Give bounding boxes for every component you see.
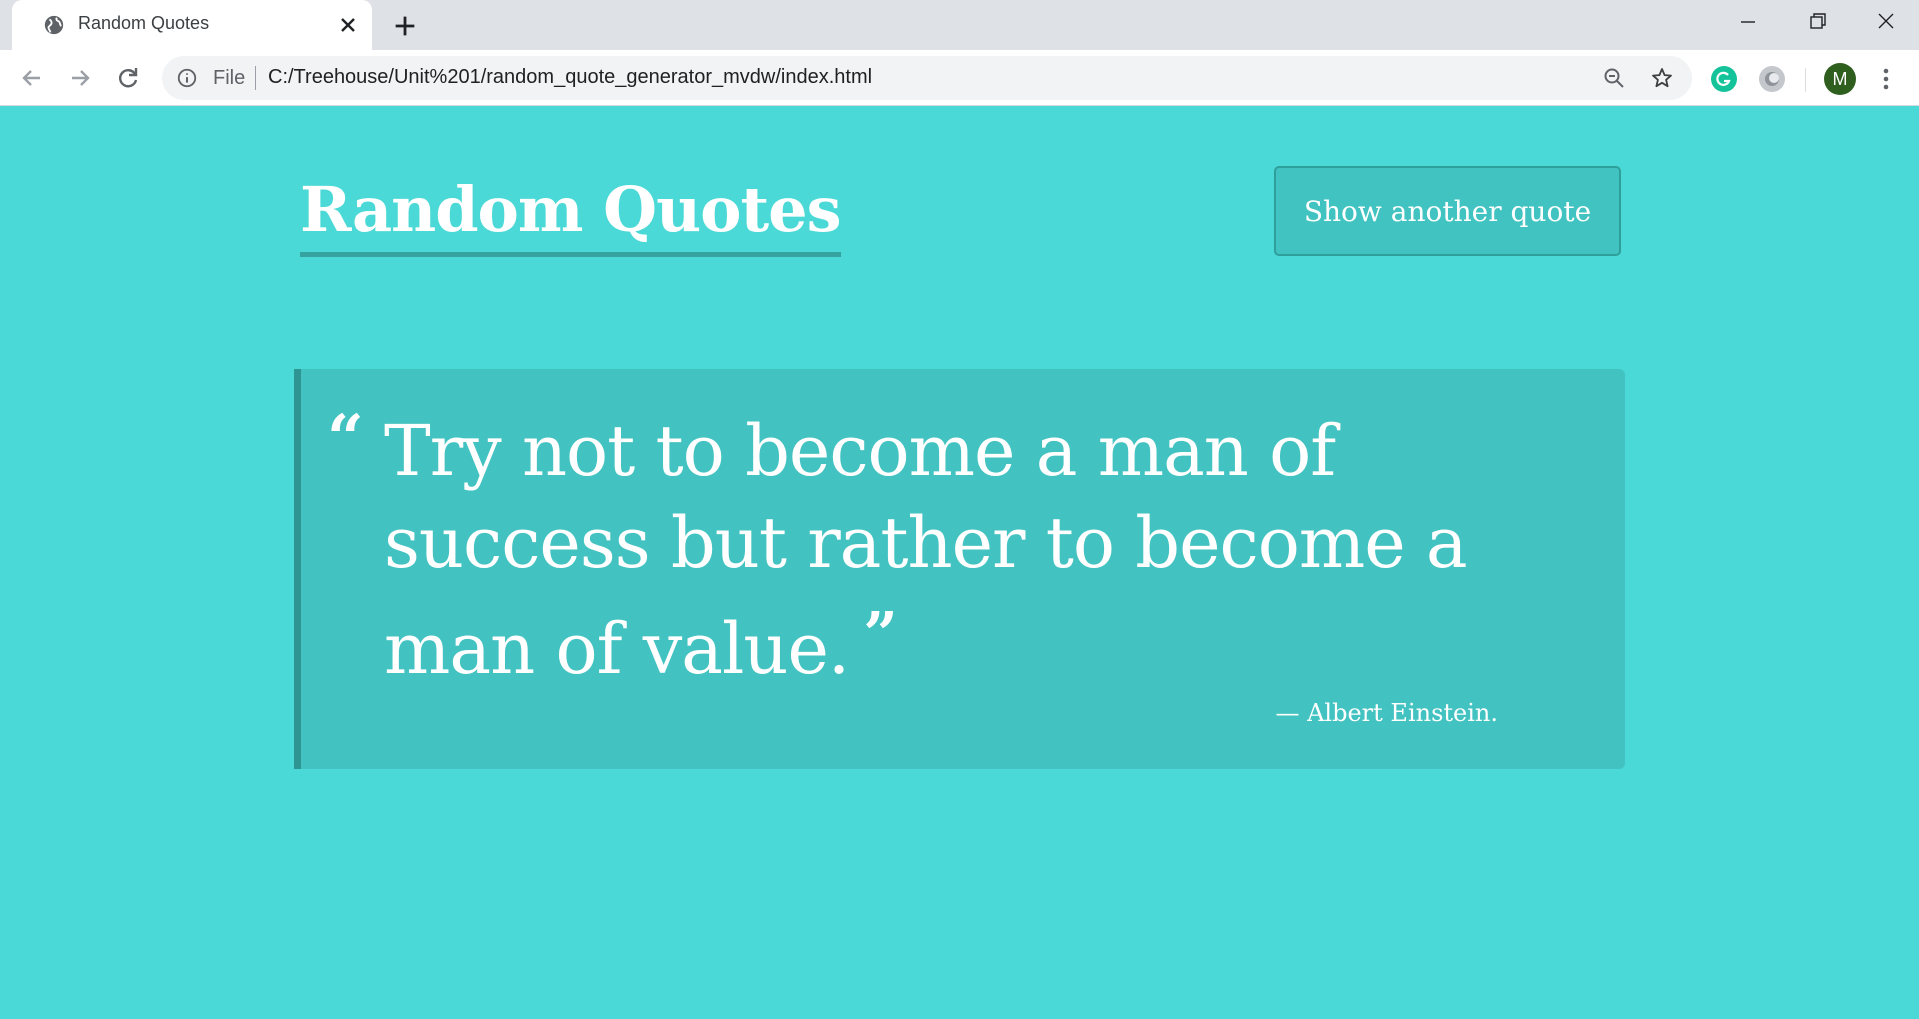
browser-tab-bar: Random Quotes (0, 0, 1919, 50)
page-title: Random Quotes (300, 170, 842, 257)
quote-text-block: Try not to become a man of success but r… (384, 405, 1484, 695)
zoom-out-icon[interactable] (1602, 66, 1626, 90)
browser-tab[interactable]: Random Quotes (12, 0, 372, 50)
close-icon[interactable] (336, 13, 360, 37)
extension-icon[interactable] (1759, 66, 1785, 92)
reload-icon[interactable] (112, 62, 144, 94)
plus-icon[interactable] (391, 12, 419, 40)
star-icon[interactable] (1650, 66, 1674, 90)
info-icon[interactable] (176, 67, 198, 89)
page-content: Random Quotes Show another quote “ Try n… (0, 106, 1919, 1019)
back-icon[interactable] (16, 62, 48, 94)
address-bar[interactable]: File C:/Treehouse/Unit%201/random_quote_… (162, 56, 1692, 100)
avatar[interactable]: M (1824, 63, 1856, 95)
quote-text: Try not to become a man of success but r… (384, 410, 1468, 690)
open-quote-mark: “ (327, 401, 364, 476)
show-another-quote-button[interactable]: Show another quote (1274, 166, 1621, 256)
window-close-icon[interactable] (1868, 8, 1904, 36)
menu-icon[interactable] (1874, 64, 1898, 94)
globe-icon (44, 15, 64, 35)
tab-title: Random Quotes (78, 13, 210, 33)
toolbar-divider (1805, 68, 1806, 92)
close-quote-mark: ” (863, 600, 898, 670)
address-url[interactable]: C:/Treehouse/Unit%201/random_quote_gener… (268, 66, 872, 89)
restore-icon[interactable] (1799, 8, 1835, 36)
grammarly-icon[interactable] (1711, 66, 1737, 92)
minimize-icon[interactable] (1730, 8, 1766, 36)
forward-icon[interactable] (64, 62, 96, 94)
address-scheme-label: File (213, 67, 246, 89)
quote-attribution: — Albert Einstein. (1275, 699, 1498, 727)
address-divider (255, 66, 256, 90)
browser-toolbar: File C:/Treehouse/Unit%201/random_quote_… (0, 50, 1919, 106)
quote-box: “ Try not to become a man of success but… (294, 369, 1625, 769)
